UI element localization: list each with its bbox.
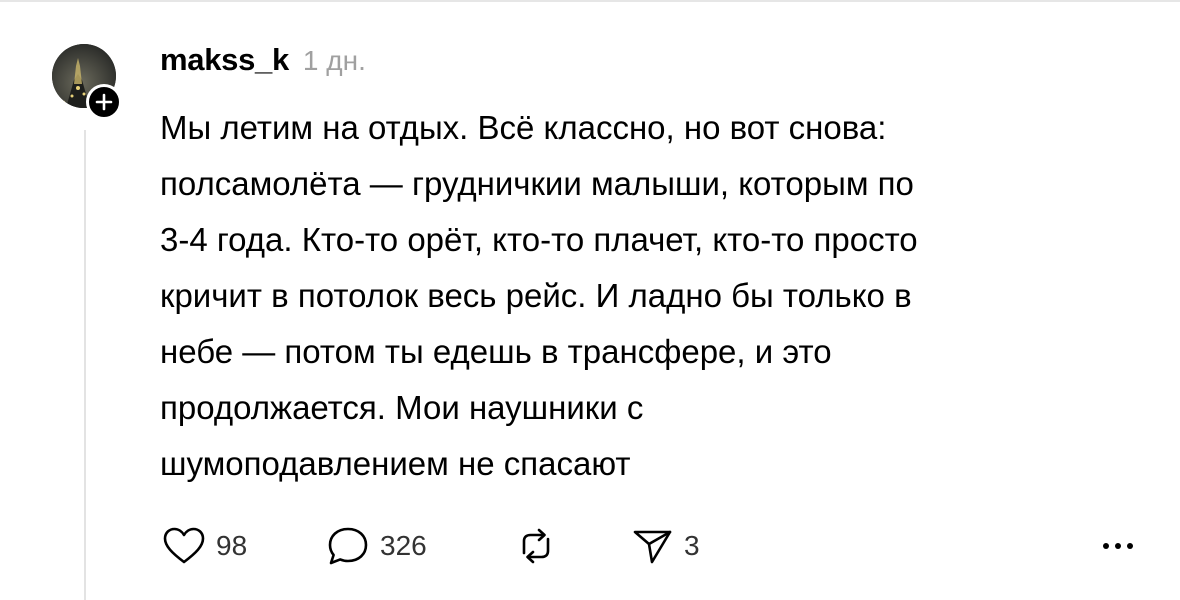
post-text-line: шумоподавлением не спасают	[160, 445, 631, 482]
post-text-line: продолжается. Мои наушники с	[160, 389, 644, 426]
comment-button[interactable]: 326	[326, 524, 427, 568]
comment-count: 326	[380, 530, 427, 561]
post-text-line: Мы летим на отдых. Всё классно, но вот с…	[160, 109, 887, 146]
like-count: 98	[216, 530, 248, 561]
more-dots-icon	[1103, 543, 1133, 549]
top-divider	[0, 0, 1180, 2]
heart-icon	[163, 527, 205, 564]
post-header: makss_k 1 дн.	[160, 42, 366, 82]
thread-line	[84, 130, 86, 600]
timestamp: 1 дн.	[302, 45, 366, 76]
post-text-line: полсамолёта — грудничкии малыши, которым…	[160, 165, 914, 202]
share-button[interactable]: 3	[630, 524, 700, 568]
more-button[interactable]	[1096, 524, 1140, 568]
avatar-container[interactable]	[52, 44, 122, 120]
paper-plane-icon	[633, 530, 672, 564]
plus-icon	[95, 93, 113, 111]
action-bar: 98 326 3	[160, 524, 1160, 568]
repost-button[interactable]	[514, 524, 558, 568]
post-text-line: небе — потом ты едешь в трансфере, и это	[160, 333, 832, 370]
post-text-line: кричит в потолок весь рейс. И ладно бы т…	[160, 277, 912, 314]
repost-icon	[522, 528, 550, 564]
post-text-line: 3-4 года. Кто-то орёт, кто-то плачет, кт…	[160, 221, 918, 258]
like-button[interactable]: 98	[162, 524, 247, 568]
username[interactable]: makss_k	[160, 42, 289, 78]
speech-bubble-icon	[328, 527, 368, 565]
post-text: Мы летим на отдых. Всё классно, но вот с…	[160, 100, 1160, 492]
share-count: 3	[684, 530, 700, 561]
follow-button[interactable]	[86, 84, 122, 120]
